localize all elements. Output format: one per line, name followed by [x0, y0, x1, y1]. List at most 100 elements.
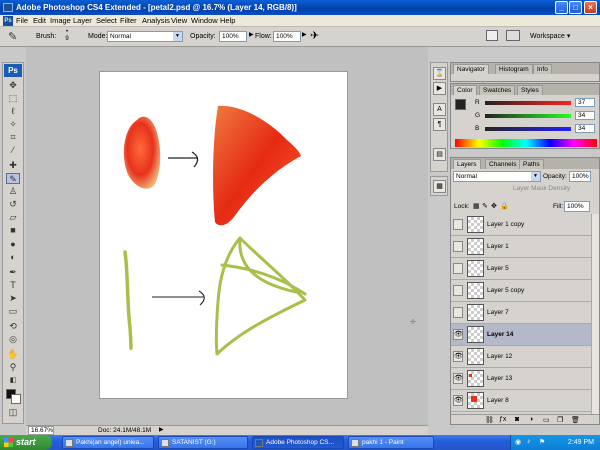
eye-icon[interactable]: 👁	[453, 329, 463, 340]
hand-tool-icon[interactable]: ✋	[6, 349, 20, 360]
new-layer-icon[interactable]: ❐	[557, 416, 563, 424]
tool-presets-icon[interactable]	[486, 30, 498, 41]
volume-icon[interactable]: ♪	[527, 438, 531, 445]
layer-row[interactable]: Layer 7	[451, 302, 599, 324]
layer-row[interactable]: 👁 Layer 8	[451, 390, 599, 412]
lock-transparency-icon[interactable]: ▦	[473, 202, 480, 210]
layer-row[interactable]: Layer 5 copy	[451, 280, 599, 302]
eye-icon[interactable]: 👁	[453, 351, 463, 362]
pen-tool-icon[interactable]: ✒	[6, 267, 20, 278]
layer-style-icon[interactable]: ƒx	[499, 416, 506, 423]
fill-input[interactable]: 100%	[564, 201, 590, 212]
dodge-tool-icon[interactable]: ◐	[6, 252, 20, 263]
brush-tool-icon[interactable]: ✎	[8, 30, 17, 43]
lasso-tool-icon[interactable]: ℓ	[6, 106, 20, 117]
eraser-tool-icon[interactable]: ▱	[6, 212, 20, 223]
mode-select[interactable]: Normal ▼	[107, 31, 183, 42]
tab-color[interactable]: Color	[453, 85, 477, 95]
menu-filter[interactable]: Filter	[120, 15, 137, 27]
flow-arrow-icon[interactable]: ▶	[302, 31, 307, 38]
layers-scrollbar[interactable]	[591, 214, 599, 414]
tab-navigator[interactable]: Navigator	[453, 64, 489, 74]
close-button[interactable]: ×	[584, 1, 597, 14]
task-photoshop[interactable]: Adobe Photoshop CS...	[252, 436, 344, 449]
lock-all-icon[interactable]: 🔒	[500, 202, 509, 210]
brush-picker[interactable]: • 9	[62, 29, 72, 43]
visibility-toggle[interactable]	[453, 241, 463, 252]
ps-menu-icon[interactable]: Ps	[3, 16, 13, 26]
minimize-button[interactable]: _	[555, 1, 568, 14]
menu-help[interactable]: Help	[220, 15, 235, 27]
eye-icon[interactable]: 👁	[453, 373, 463, 384]
actions-panel-icon[interactable]: ▶	[433, 82, 446, 95]
tab-layers[interactable]: Layers	[453, 159, 481, 169]
opacity-input[interactable]: 100%	[219, 31, 247, 42]
zoom-field[interactable]: 16.67%	[28, 426, 54, 435]
color-ramp[interactable]	[455, 139, 597, 147]
brush-tool-icon-active[interactable]: ✎	[6, 173, 20, 184]
layer-row[interactable]: 👁 Layer 12	[451, 346, 599, 368]
workspace-menu[interactable]: Workspace ▾	[530, 32, 570, 40]
maximize-button[interactable]: □	[569, 1, 582, 14]
add-mask-icon[interactable]: ◙	[515, 416, 519, 423]
task-browser[interactable]: Pakhi(an angel) unlea...	[62, 436, 154, 449]
lock-position-icon[interactable]: ✥	[491, 202, 497, 210]
layer-row[interactable]: Layer 1 copy	[451, 214, 599, 236]
menu-analysis[interactable]: Analysis	[142, 15, 170, 27]
airbrush-icon[interactable]: ✈	[310, 29, 319, 42]
status-arrow-icon[interactable]: ▶	[159, 426, 164, 433]
layer-row-selected[interactable]: 👁 Layer 14	[451, 324, 599, 346]
3d-rotate-tool-icon[interactable]: ⟲	[6, 321, 20, 332]
marquee-tool-icon[interactable]: ⬚	[6, 93, 20, 104]
move-tool-icon[interactable]: ✥	[6, 80, 20, 91]
tab-channels[interactable]: Channels	[485, 159, 521, 169]
background-color-swatch[interactable]	[11, 394, 21, 404]
visibility-toggle[interactable]	[453, 263, 463, 274]
menu-view[interactable]: View	[171, 15, 187, 27]
adjustment-layer-icon[interactable]: ◑	[529, 416, 533, 423]
type-tool-icon[interactable]: T	[6, 280, 20, 291]
flow-input[interactable]: 100%	[273, 31, 301, 42]
task-explorer[interactable]: SATANIST (G:)	[158, 436, 248, 449]
tab-info[interactable]: Info	[533, 64, 552, 74]
healing-brush-tool-icon[interactable]: ✚	[6, 160, 20, 171]
clone-stamp-tool-icon[interactable]: ♙	[6, 186, 20, 197]
layer-row[interactable]: Layer 5	[451, 258, 599, 280]
tab-swatches[interactable]: Swatches	[479, 85, 516, 95]
green-value[interactable]: 34	[575, 111, 595, 120]
menu-edit[interactable]: Edit	[33, 15, 46, 27]
shape-tool-icon[interactable]: ▭	[6, 306, 20, 317]
visibility-toggle[interactable]	[453, 219, 463, 230]
zoom-tool-icon[interactable]: ⚲	[6, 362, 20, 373]
menu-layer[interactable]: Layer	[73, 15, 92, 27]
lock-pixels-icon[interactable]: ✎	[482, 202, 488, 210]
eye-icon[interactable]: 👁	[453, 395, 463, 406]
security-icon[interactable]: ⚑	[539, 438, 545, 446]
document-canvas[interactable]	[99, 71, 348, 399]
brushes-panel-icon[interactable]: ▤	[433, 148, 446, 161]
new-group-icon[interactable]: ▭	[543, 416, 550, 424]
menu-image[interactable]: Image	[50, 15, 71, 27]
clone-source-panel-icon[interactable]: ▦	[433, 180, 446, 193]
menu-window[interactable]: Window	[191, 15, 218, 27]
opacity-arrow-icon[interactable]: ▶	[249, 31, 254, 38]
paragraph-panel-icon[interactable]: ¶	[433, 118, 446, 131]
tab-histogram[interactable]: Histogram	[495, 64, 533, 74]
layer-row[interactable]: Layer 1	[451, 236, 599, 258]
trash-icon[interactable]: 🗑	[571, 416, 580, 424]
gradient-tool-icon[interactable]: ■	[6, 225, 20, 236]
start-button[interactable]: start	[0, 435, 52, 450]
menu-select[interactable]: Select	[96, 15, 117, 27]
task-paint[interactable]: pakhi 1 - Paint	[348, 436, 434, 449]
eyedropper-tool-icon[interactable]: ⁄	[6, 145, 20, 156]
color-fg-swatch[interactable]	[455, 99, 466, 110]
screen-mode-icon[interactable]	[506, 30, 520, 41]
crop-tool-icon[interactable]: ⌗	[6, 132, 20, 143]
history-brush-tool-icon[interactable]: ↺	[6, 199, 20, 210]
network-icon[interactable]: ◉	[515, 438, 521, 446]
link-layers-icon[interactable]: ⛓	[485, 416, 494, 424]
red-value[interactable]: 37	[575, 98, 595, 107]
path-selection-tool-icon[interactable]: ➤	[6, 293, 20, 304]
blue-value[interactable]: 34	[575, 124, 595, 133]
menu-file[interactable]: File	[16, 15, 28, 27]
